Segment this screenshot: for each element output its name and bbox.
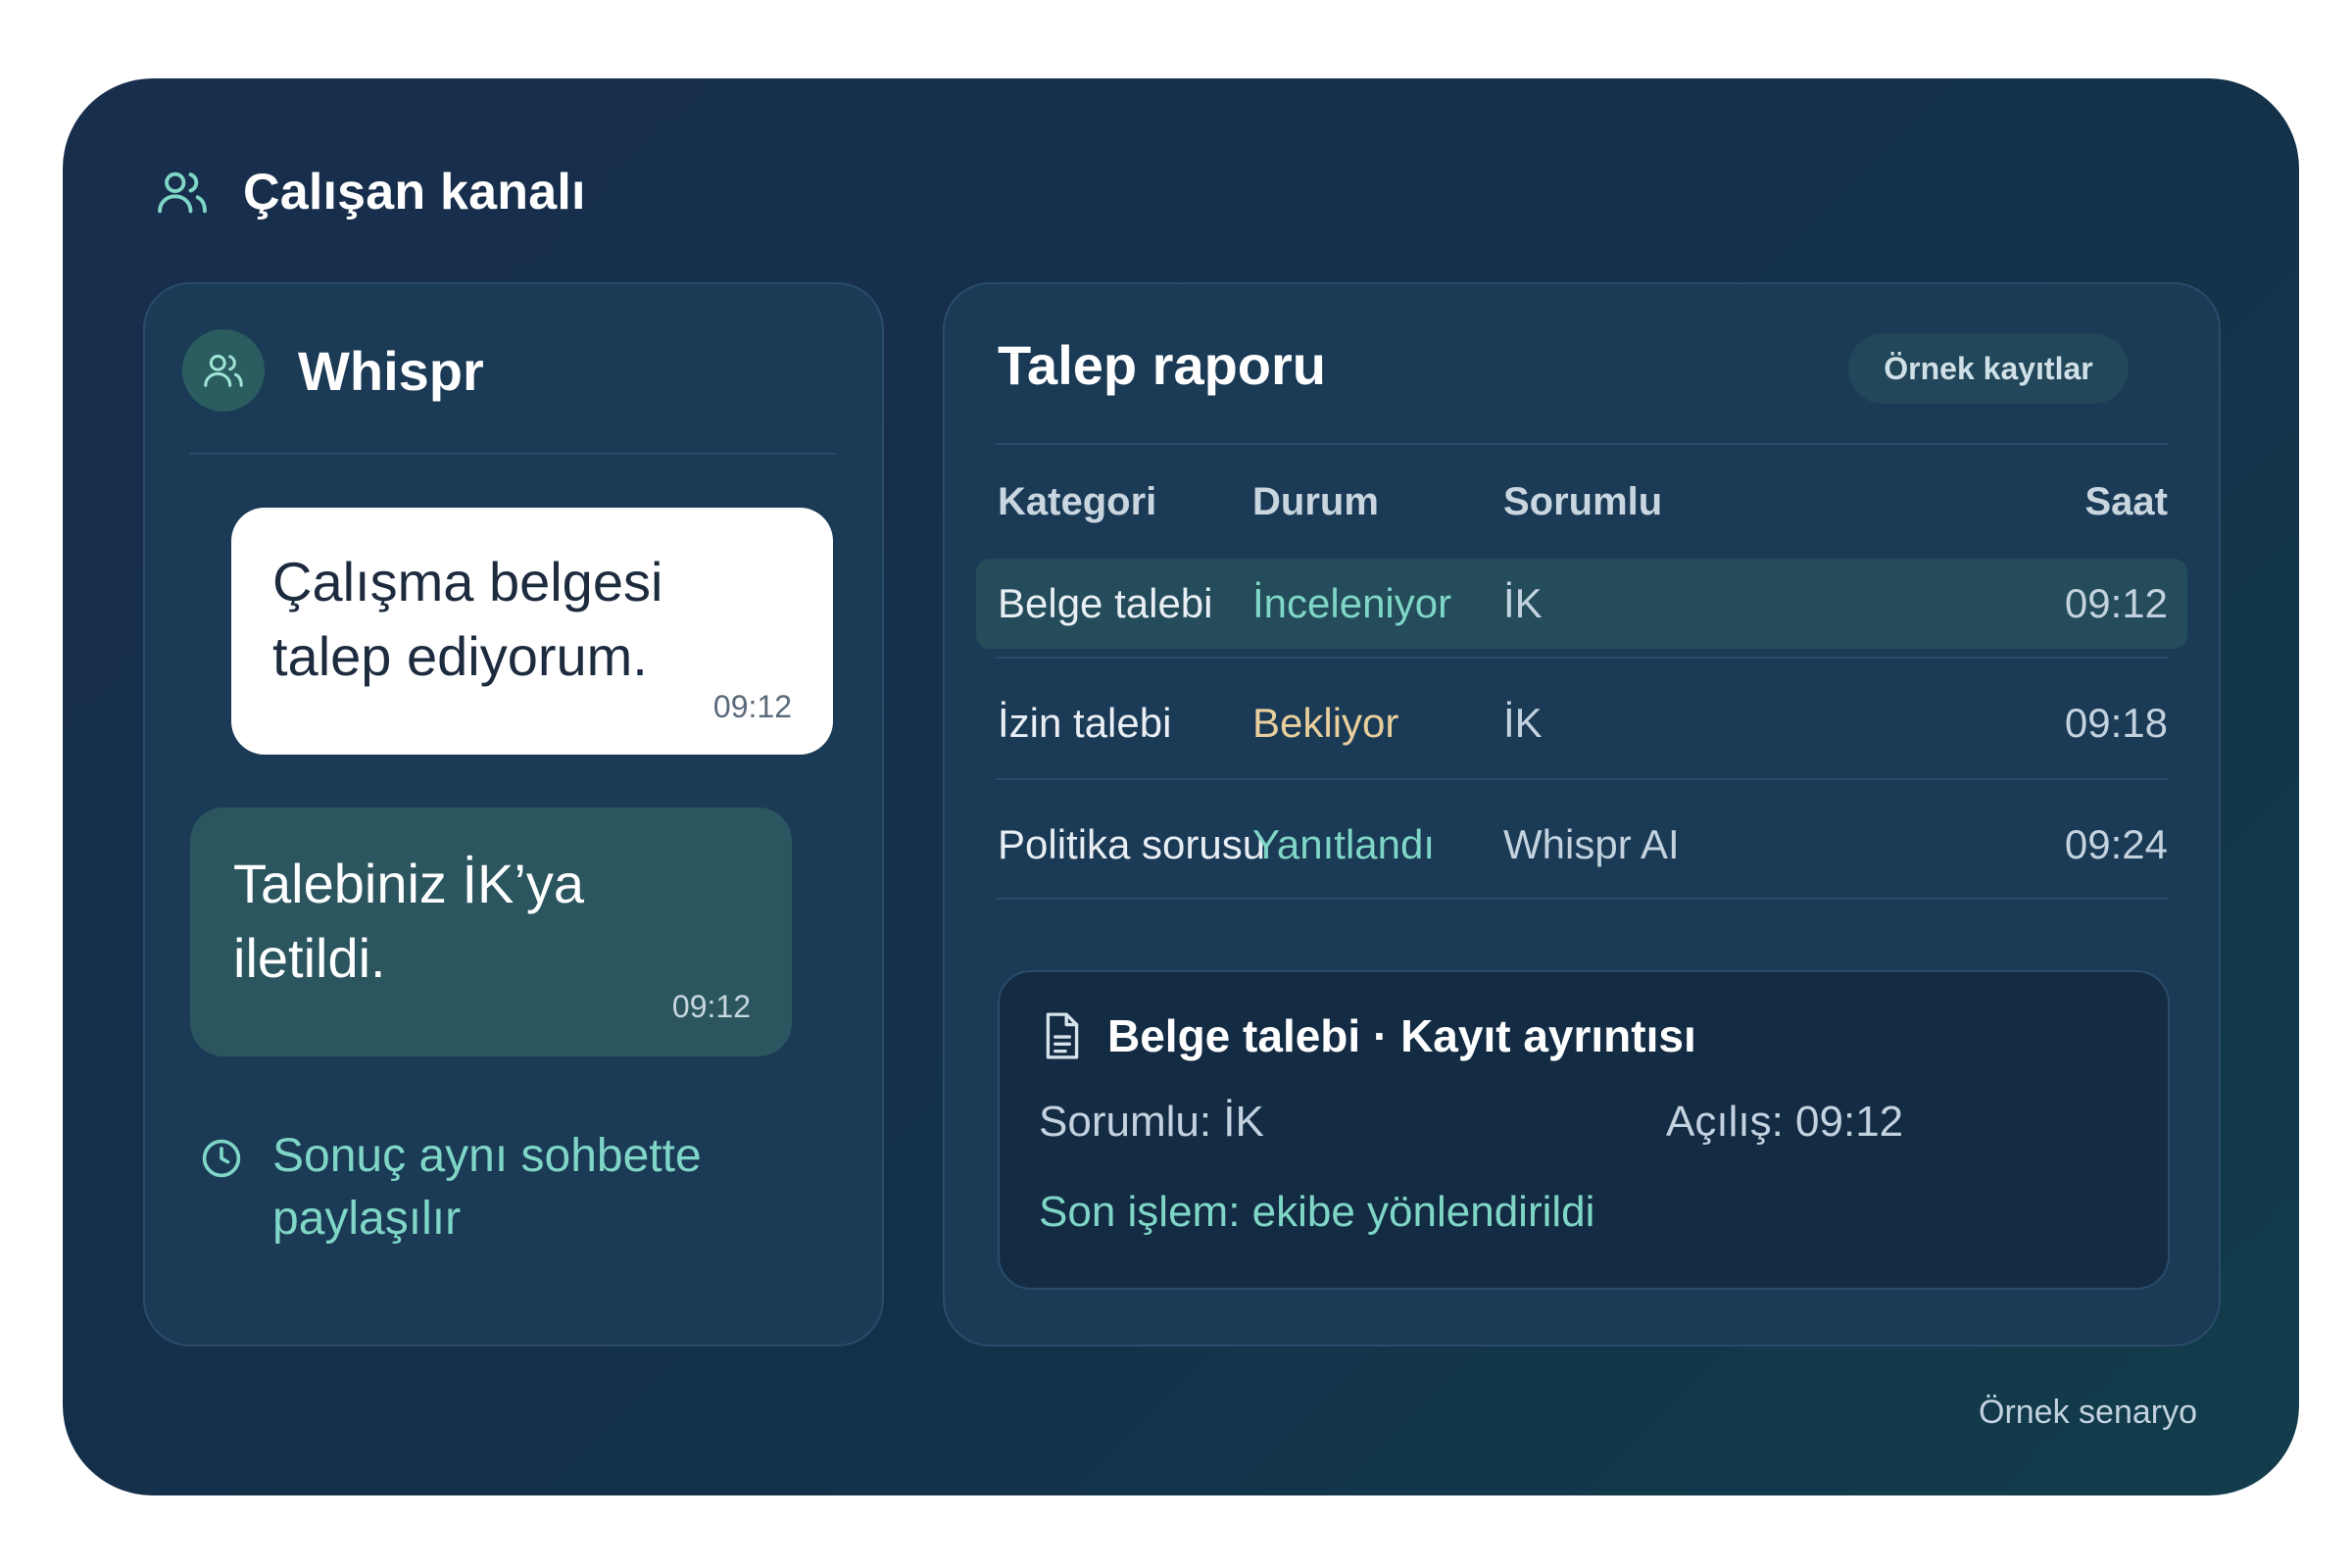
cell-time: 09:24 <box>2064 821 2168 867</box>
chat-contact-name: Whispr <box>298 339 484 402</box>
column-header-time: Saat <box>2084 480 2169 523</box>
document-icon <box>1046 1012 1079 1059</box>
users-icon <box>204 354 243 387</box>
cell-status: Yanıtlandı <box>1252 821 1436 867</box>
bot-message-bubble: Talebiniz İK’ya iletildi. 09:12 <box>190 808 792 1056</box>
user-message-bubble: Çalışma belgesi talep ediyorum. 09:12 <box>231 508 833 755</box>
message-text: Talebiniz İK’ya iletildi. <box>233 853 584 989</box>
table-row[interactable]: Politika sorusu Yanıtlandı Whispr AI 09:… <box>976 800 2187 890</box>
row-divider <box>996 898 2168 900</box>
detail-title: Belge talebi · Kayıt ayrıntısı <box>1107 1010 1696 1061</box>
report-title: Talep raporu <box>998 334 1327 396</box>
app-title: Çalışan kanalı <box>243 164 586 220</box>
cell-time: 09:12 <box>2064 580 2168 626</box>
record-detail-card: Belge talebi · Kayıt ayrıntısı Sorumlu: … <box>998 970 2170 1290</box>
cell-status: Bekliyor <box>1252 700 1399 746</box>
row-divider <box>996 778 2168 780</box>
table-row[interactable]: İzin talebi Bekliyor İK 09:18 <box>976 678 2187 768</box>
detail-header: Belge talebi · Kayıt ayrıntısı <box>1041 1009 1696 1062</box>
app-header: Çalışan kanalı <box>153 153 586 231</box>
cell-category: Politika sorusu <box>998 821 1266 867</box>
column-header-status: Durum <box>1252 480 1379 523</box>
users-icon <box>153 163 212 221</box>
cell-category: Belge talebi <box>998 580 1213 626</box>
cell-owner: Whispr AI <box>1503 821 1680 867</box>
cell-owner: İK <box>1503 580 1543 626</box>
chat-note-text: Sonuç aynı sohbette paylaşılır <box>272 1130 702 1245</box>
detail-owner: Sorumlu: İK <box>1039 1098 1264 1146</box>
cell-time: 09:18 <box>2064 700 2168 746</box>
chat-header: Whispr <box>182 329 837 412</box>
cell-owner: İK <box>1503 700 1543 746</box>
avatar <box>182 329 265 412</box>
clock-icon <box>202 1139 241 1178</box>
report-panel: Talep raporu Örnek kayıtlar Kategori Dur… <box>943 282 2221 1347</box>
detail-opened-time: Açılış: 09:12 <box>1666 1098 1904 1146</box>
employee-channel-window: Çalışan kanalı Whispr Çalışma belgesi ta… <box>63 78 2299 1495</box>
chat-note: Sonuç aynı sohbette paylaşılır <box>200 1125 782 1250</box>
table-row[interactable]: Belge talebi İnceleniyor İK 09:12 <box>976 559 2187 649</box>
column-header-category: Kategori <box>998 480 1157 523</box>
message-text: Çalışma belgesi talep ediyorum. <box>272 551 663 687</box>
detail-last-action: Son işlem: ekibe yönlendirildi <box>1039 1188 1595 1236</box>
footer-note: Örnek senaryo <box>1979 1394 2197 1431</box>
row-divider <box>996 657 2168 659</box>
message-time: 09:12 <box>671 989 751 1024</box>
divider <box>996 443 2168 445</box>
sample-records-badge[interactable]: Örnek kayıtlar <box>1848 333 2129 404</box>
cell-status: İnceleniyor <box>1252 580 1452 626</box>
cell-category: İzin talebi <box>998 700 1172 746</box>
divider <box>190 453 837 455</box>
chat-panel: Whispr Çalışma belgesi talep ediyorum. 0… <box>143 282 884 1347</box>
message-time: 09:12 <box>712 689 792 724</box>
column-header-owner: Sorumlu <box>1503 480 1663 523</box>
